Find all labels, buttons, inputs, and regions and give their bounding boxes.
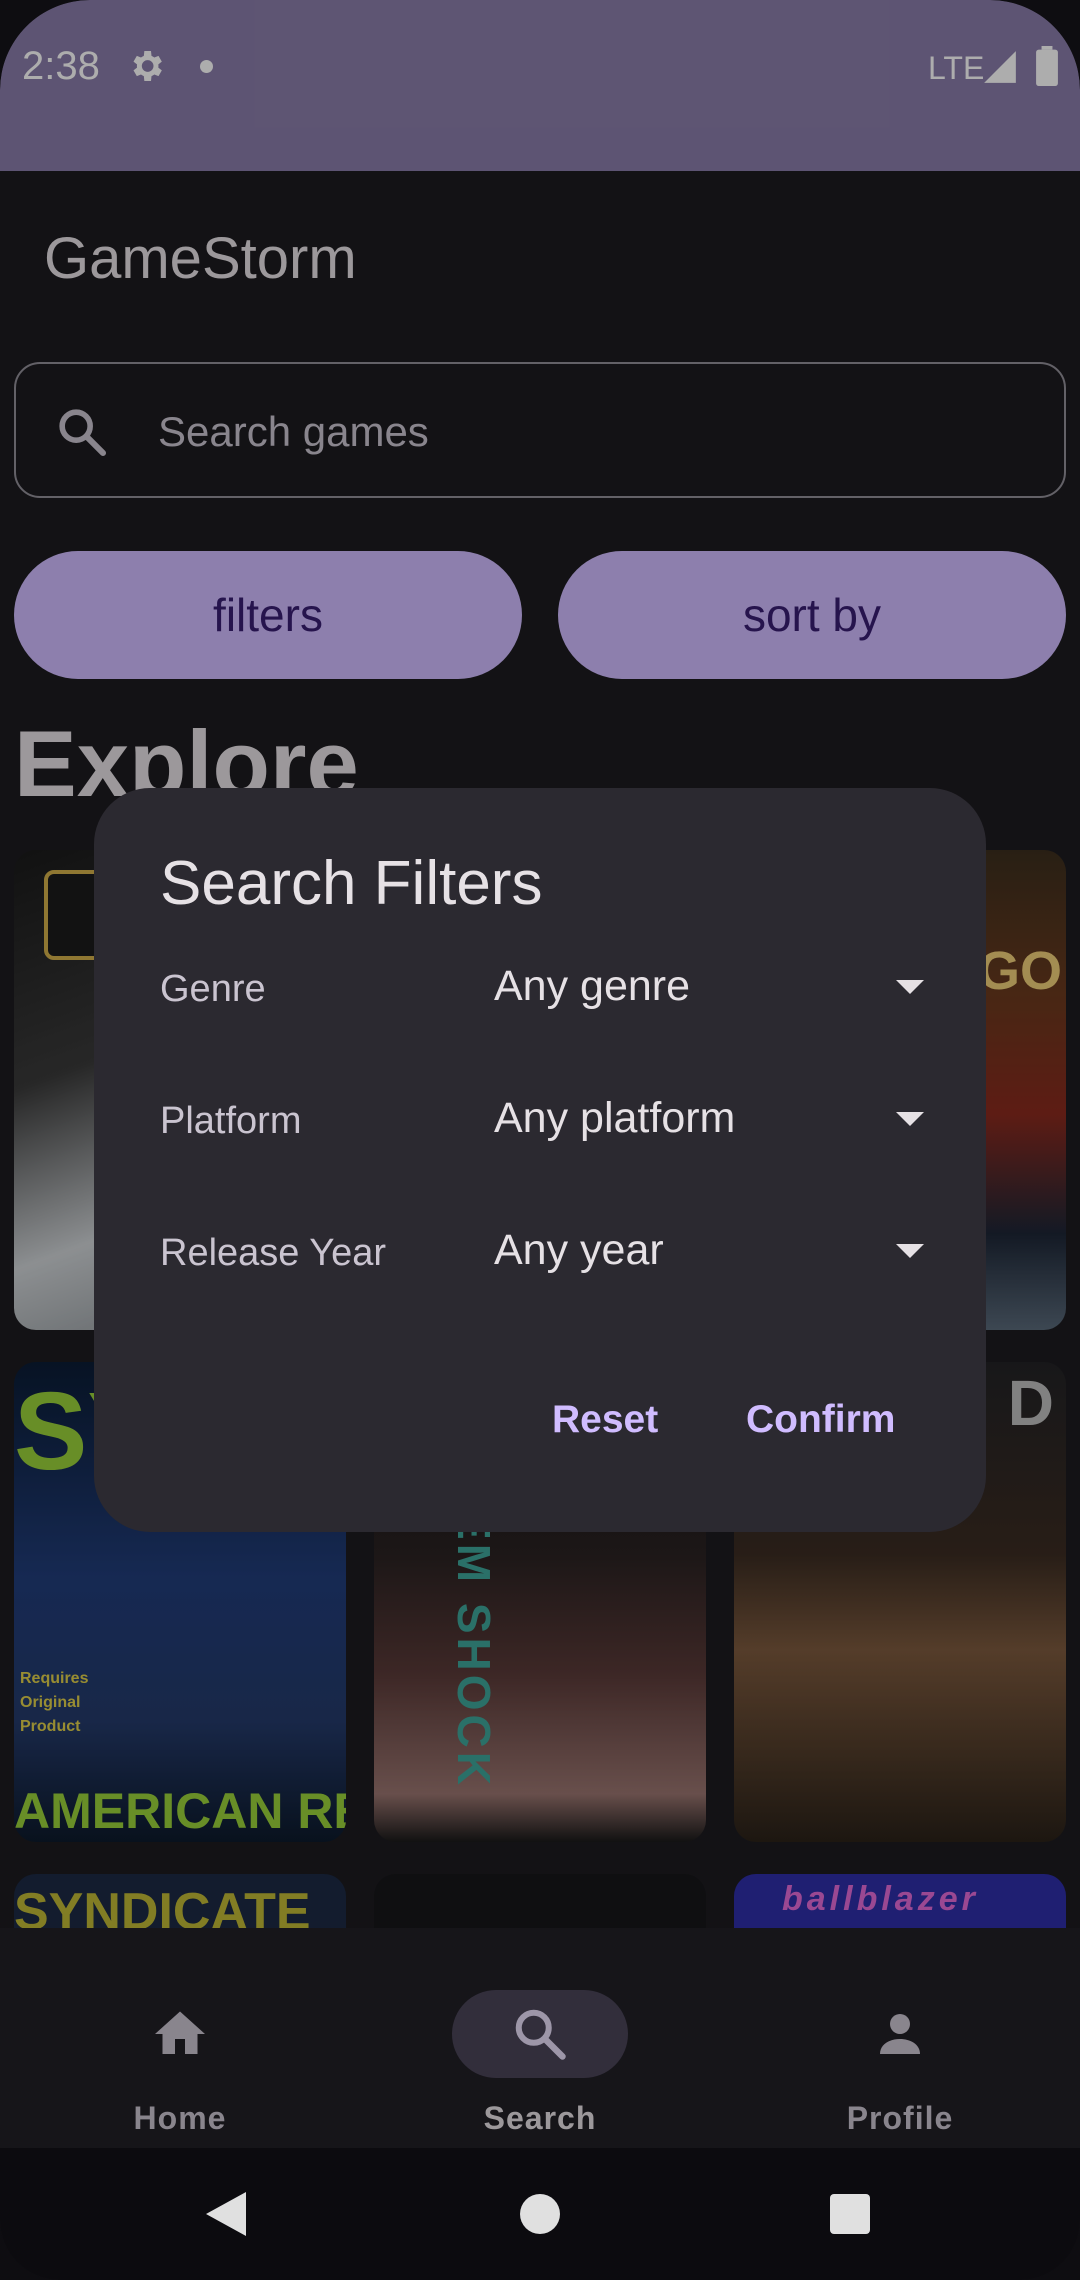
filter-label: Release Year	[160, 1232, 387, 1274]
search-filters-dialog: Search Filters Genre Any genre Platform …	[94, 788, 986, 1532]
dropdown-value: Any platform	[494, 1094, 736, 1142]
chevron-down-icon	[896, 1112, 924, 1126]
chevron-down-icon	[896, 980, 924, 994]
system-navigation-bar	[0, 2148, 1080, 2280]
reset-button[interactable]: Reset	[552, 1398, 658, 1442]
dropdown-value: Any year	[494, 1226, 664, 1274]
filter-label: Genre	[160, 968, 266, 1010]
recents-icon[interactable]	[830, 2194, 870, 2234]
dialog-title: Search Filters	[160, 849, 543, 918]
release-year-dropdown[interactable]: Any year	[470, 1214, 940, 1294]
filter-row-release-year: Release Year Any year	[160, 1214, 940, 1294]
confirm-button[interactable]: Confirm	[746, 1398, 896, 1442]
dropdown-value: Any genre	[494, 962, 691, 1010]
filter-label: Platform	[160, 1100, 302, 1142]
home-circle-icon[interactable]	[520, 2194, 560, 2234]
platform-dropdown[interactable]: Any platform	[470, 1082, 940, 1162]
filter-row-platform: Platform Any platform	[160, 1082, 940, 1162]
chevron-down-icon	[896, 1244, 924, 1258]
filter-row-genre: Genre Any genre	[160, 950, 940, 1030]
back-icon[interactable]	[206, 2192, 246, 2236]
screen: 2:38 LTE GameStorm Search games filters …	[0, 0, 1080, 2280]
genre-dropdown[interactable]: Any genre	[470, 950, 940, 1030]
